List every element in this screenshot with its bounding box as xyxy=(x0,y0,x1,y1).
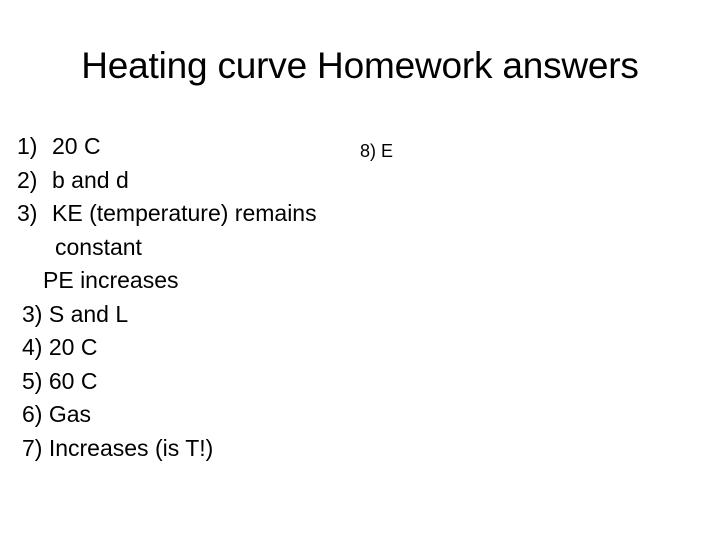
list-item-label: b and d xyxy=(52,166,129,193)
list-item: 7) Increases (is T!) xyxy=(22,434,214,461)
list-item-marker: 2) xyxy=(17,166,38,193)
list-item: 5) 60 C xyxy=(22,367,98,394)
list-item: 8) E xyxy=(360,141,394,161)
list-item-continuation: constant xyxy=(55,233,142,260)
list-item: 4) 20 C xyxy=(22,334,98,360)
list-item-label: 20 C xyxy=(52,133,101,159)
page-title: Heating curve Homework answers xyxy=(81,45,639,86)
slide-canvas: Heating curve Homework answers 1) 20 C 2… xyxy=(0,0,720,540)
list-item: 3) KE (temperature) remains xyxy=(0,197,350,231)
list-item: 2) b and d xyxy=(0,164,350,198)
list-item: 6) Gas xyxy=(22,401,92,427)
answers-left-column: 1) 20 C 2) b and d 3) KE (temperature) r… xyxy=(0,130,350,465)
list-item-marker: 3) xyxy=(17,200,38,226)
list-item-marker: 1) xyxy=(17,133,38,159)
list-item-label: KE (temperature) remains xyxy=(52,200,317,226)
list-item-note: PE increases xyxy=(43,267,179,293)
list-item: 1) 20 C xyxy=(0,130,350,164)
list-item: 3) S and L xyxy=(22,300,129,327)
answers-right-column: 8) E xyxy=(360,139,660,163)
